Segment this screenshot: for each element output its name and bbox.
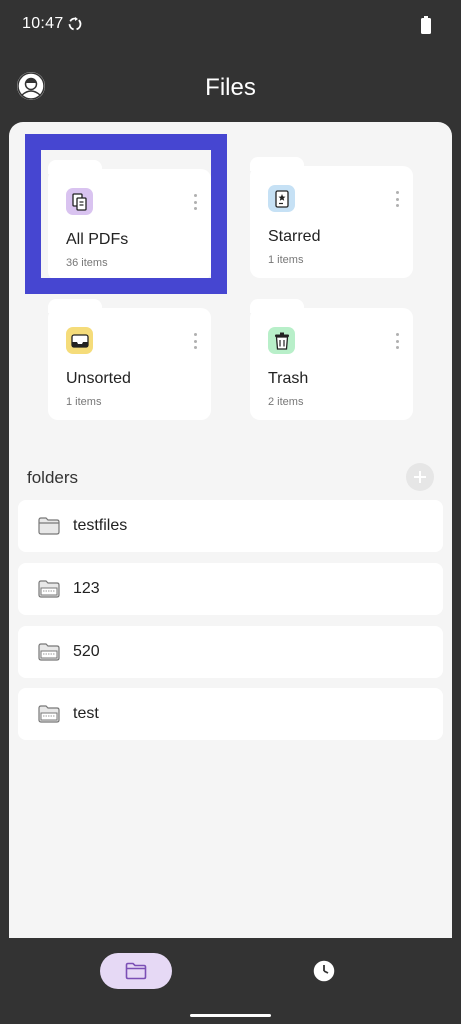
battery-icon — [421, 16, 431, 34]
folder-name: 520 — [73, 643, 100, 660]
category-count: 1 items — [66, 396, 102, 408]
app-header: Files — [0, 60, 461, 116]
more-options-icon[interactable] — [394, 191, 400, 207]
category-count: 2 items — [268, 396, 304, 408]
category-count: 1 items — [268, 254, 304, 266]
trash-can-icon — [268, 327, 295, 354]
category-unsorted[interactable]: Unsorted 1 items — [48, 299, 211, 420]
folder-open-icon — [38, 580, 60, 598]
folder-icon — [38, 517, 60, 535]
folder-name: testfiles — [73, 517, 128, 534]
folder-row[interactable]: test — [18, 688, 443, 740]
page-title: Files — [205, 74, 256, 101]
sync-icon — [68, 17, 82, 31]
home-indicator[interactable] — [190, 1014, 271, 1017]
category-label: Starred — [268, 228, 321, 245]
status-time: 10:47 — [22, 15, 64, 32]
more-options-icon[interactable] — [192, 333, 198, 349]
folder-open-icon — [38, 705, 60, 723]
files-content: All PDFs 36 items Starred 1 items Unsort… — [9, 122, 452, 938]
category-label: Trash — [268, 370, 309, 387]
selection-highlight — [25, 134, 227, 294]
starred-document-icon — [268, 185, 295, 212]
plus-icon — [414, 471, 426, 483]
folder-open-icon — [38, 643, 60, 661]
bottom-navigation — [0, 938, 461, 1024]
add-folder-button[interactable] — [406, 463, 434, 491]
inbox-tray-icon — [66, 327, 93, 354]
clock-icon[interactable] — [313, 960, 335, 982]
folders-heading: folders — [27, 468, 79, 487]
folder-name: test — [73, 705, 99, 722]
folder-row[interactable]: testfiles — [18, 500, 443, 552]
status-bar: 10:47 — [0, 0, 461, 52]
category-starred[interactable]: Starred 1 items — [250, 157, 413, 278]
folder-row[interactable]: 123 — [18, 563, 443, 615]
folder-row[interactable]: 520 — [18, 626, 443, 678]
more-options-icon[interactable] — [394, 333, 400, 349]
category-label: Unsorted — [66, 370, 131, 387]
folder-nav-icon — [125, 962, 147, 980]
nav-files-button[interactable] — [100, 953, 172, 989]
folder-name: 123 — [73, 580, 100, 597]
category-trash[interactable]: Trash 2 items — [250, 299, 413, 420]
